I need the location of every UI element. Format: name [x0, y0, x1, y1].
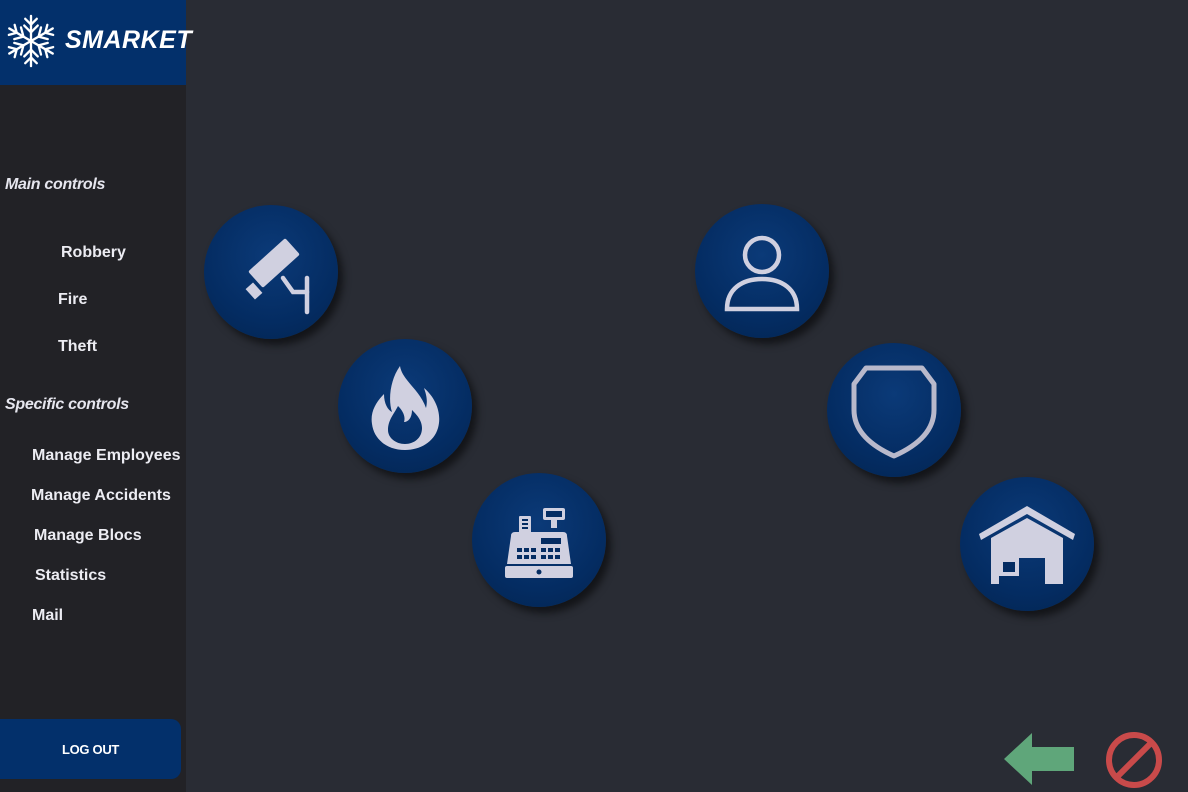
nav-item-manage-blocs[interactable]: Manage Blocs: [34, 527, 142, 545]
snowflake-icon: [4, 14, 58, 68]
warehouse-icon: [979, 506, 1075, 584]
cancel-icon[interactable]: [1104, 730, 1164, 790]
brand-header[interactable]: SMARKET: [0, 0, 192, 85]
cash-register-icon: [505, 508, 573, 578]
nav-item-mail[interactable]: Mail: [32, 607, 63, 625]
user-control-button[interactable]: [695, 204, 829, 338]
robbery-control-button[interactable]: [204, 205, 338, 339]
fire-icon: [371, 366, 440, 450]
nav-item-manage-employees[interactable]: Manage Employees: [32, 447, 181, 465]
security-camera-icon: [245, 238, 310, 315]
warehouse-control-button[interactable]: [960, 477, 1094, 611]
nav-item-theft[interactable]: Theft: [58, 338, 97, 356]
back-arrow-icon[interactable]: [1004, 733, 1076, 785]
nav-item-robbery[interactable]: Robbery: [61, 244, 126, 262]
logout-button[interactable]: LOG OUT: [0, 719, 181, 779]
theft-control-button[interactable]: [472, 473, 606, 607]
nav-item-manage-accidents[interactable]: Manage Accidents: [31, 487, 171, 505]
nav-item-fire[interactable]: Fire: [58, 291, 87, 309]
nav-item-statistics[interactable]: Statistics: [35, 567, 106, 585]
shield-icon: [851, 365, 937, 459]
user-icon: [724, 235, 800, 312]
sidebar: SMARKET Main controls Robbery Fire Theft…: [0, 0, 192, 792]
main-controls-title: Main controls: [5, 176, 106, 193]
fire-control-button[interactable]: [338, 339, 472, 473]
specific-controls-title: Specific controls: [5, 396, 129, 413]
brand-name: SMARKET: [65, 26, 193, 54]
security-control-button[interactable]: [827, 343, 961, 477]
